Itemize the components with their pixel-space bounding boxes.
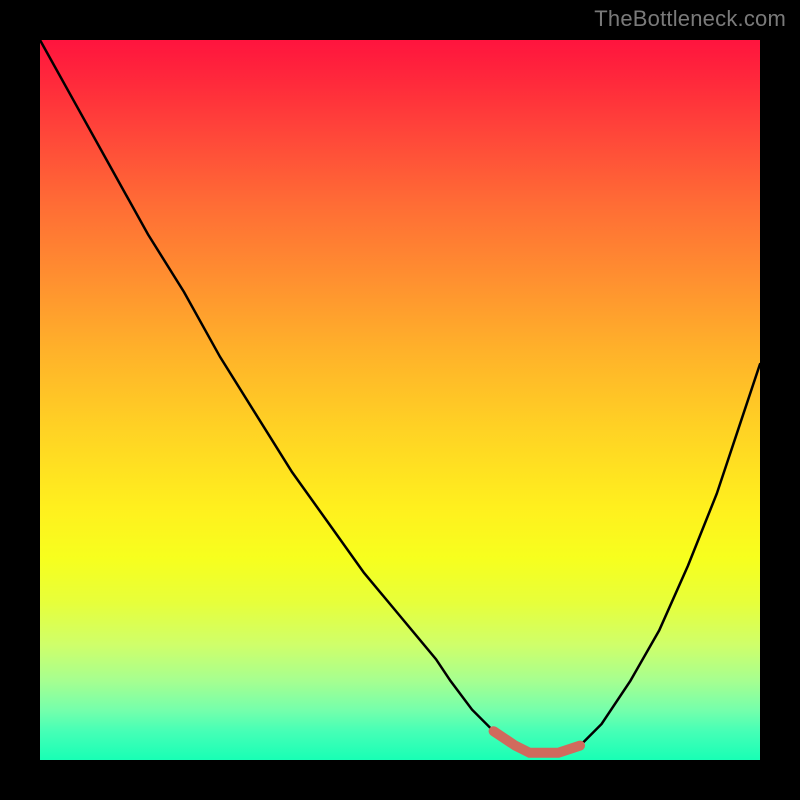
bottleneck-curve (40, 40, 760, 760)
curve-main-path (40, 40, 760, 753)
watermark-text: TheBottleneck.com (594, 6, 786, 32)
plot-area (40, 40, 760, 760)
chart-frame: TheBottleneck.com (0, 0, 800, 800)
valley-highlight-path (494, 731, 580, 753)
